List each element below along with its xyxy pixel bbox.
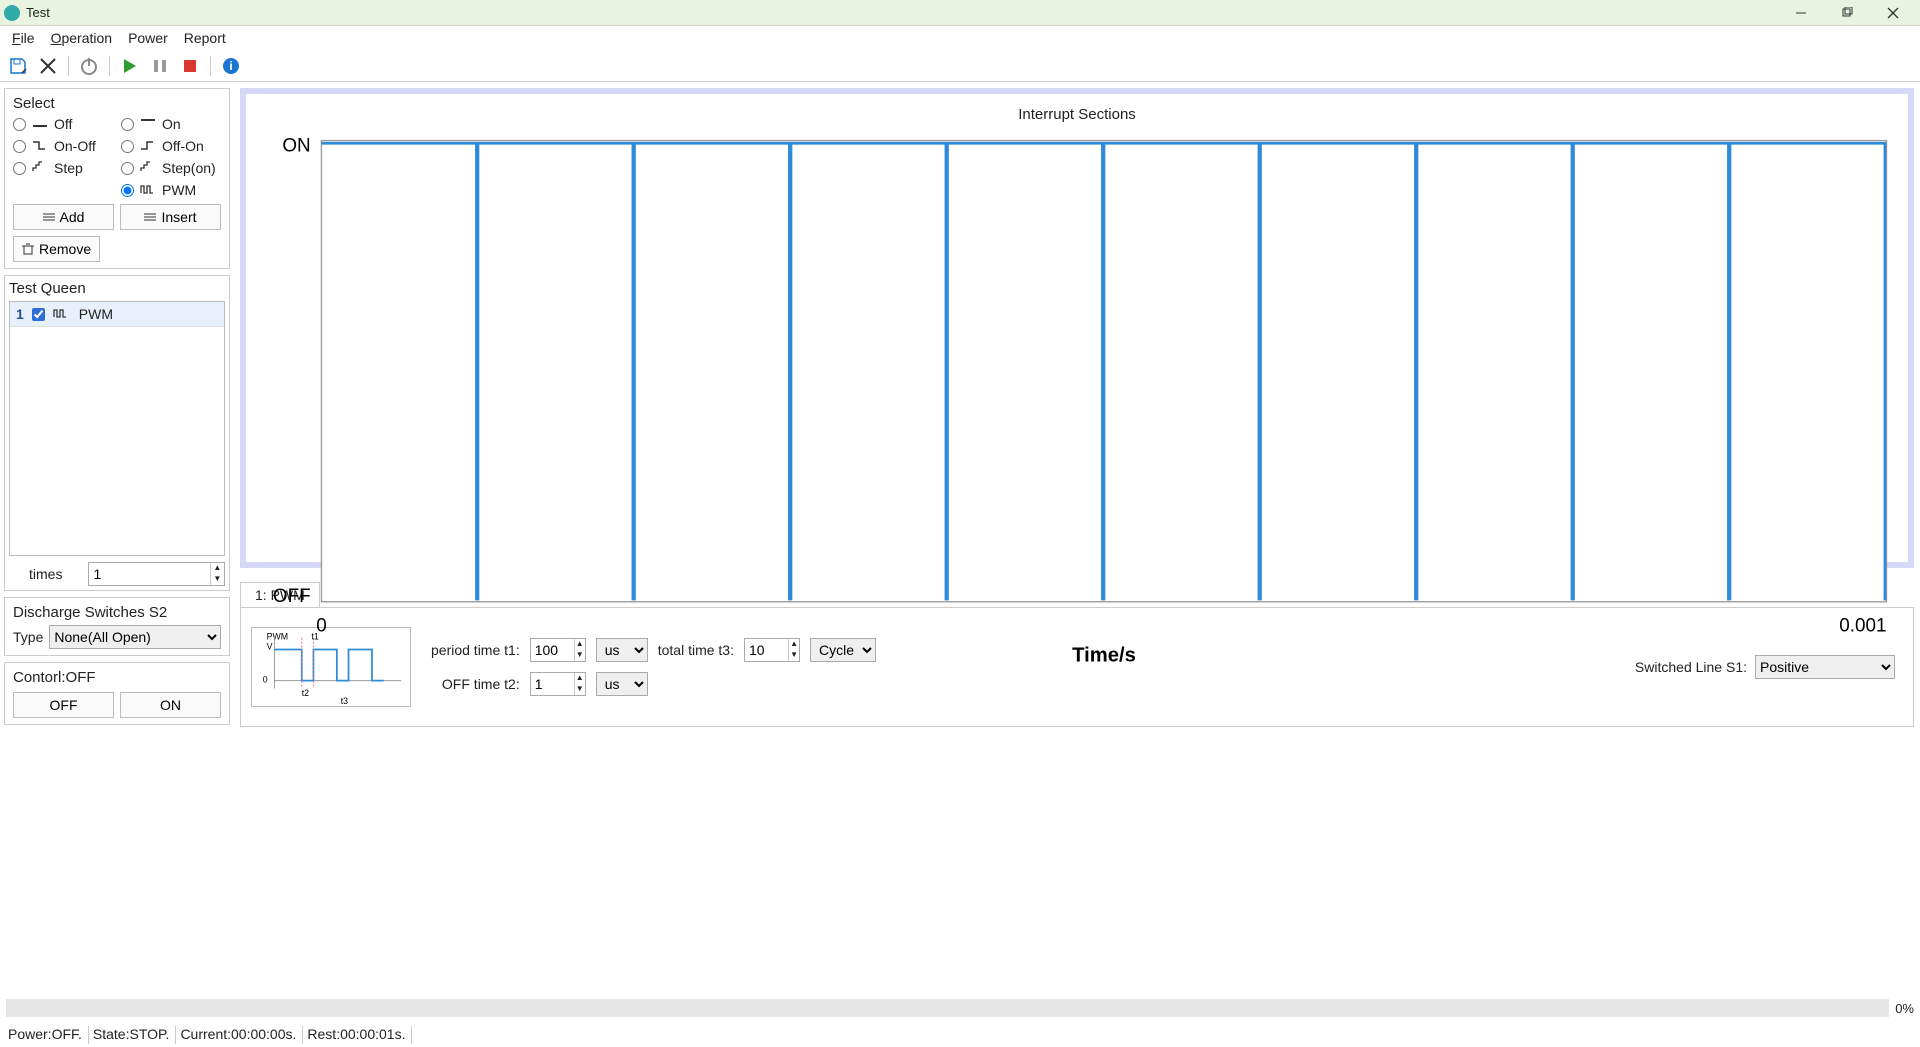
discharge-type-label: Type xyxy=(13,629,43,645)
status-rest: Rest:00:00:01s. xyxy=(307,1026,412,1044)
status-power: Power:OFF. xyxy=(8,1026,89,1044)
queue-item-icon xyxy=(53,306,71,322)
discharge-title: Discharge Switches S2 xyxy=(13,604,221,621)
pause-icon[interactable] xyxy=(148,54,172,78)
radio-stepon[interactable]: Step(on) xyxy=(121,160,221,176)
queue-title: Test Queen xyxy=(9,280,225,297)
toolbar: i xyxy=(0,50,1920,82)
insert-icon xyxy=(144,212,156,222)
chart-container: Interrupt Sections ONOFF00.001Time/s xyxy=(240,88,1914,568)
chart-title: Interrupt Sections xyxy=(254,102,1900,127)
menu-file[interactable]: File xyxy=(4,28,43,48)
spin-up[interactable]: ▲ xyxy=(211,563,224,574)
svg-text:0: 0 xyxy=(316,616,327,637)
menu-operation[interactable]: Operation xyxy=(43,28,120,48)
minimize-button[interactable] xyxy=(1778,0,1824,26)
progress-pct: 0% xyxy=(1895,1001,1914,1016)
control-on-button[interactable]: ON xyxy=(120,692,221,718)
app-icon xyxy=(4,5,20,21)
toolbar-separator xyxy=(68,56,69,76)
queue-item[interactable]: 1 PWM xyxy=(10,302,224,327)
select-title: Select xyxy=(13,95,221,112)
play-icon[interactable] xyxy=(118,54,142,78)
radio-off[interactable]: Off xyxy=(13,116,113,132)
radio-onoff[interactable]: On-Off xyxy=(13,138,113,154)
menu-report[interactable]: Report xyxy=(176,28,234,48)
toolbar-separator xyxy=(109,56,110,76)
svg-text:Time/s: Time/s xyxy=(1072,644,1136,666)
remove-button[interactable]: Remove xyxy=(13,236,100,262)
times-input[interactable]: ▲▼ xyxy=(88,562,225,586)
select-panel: Select Off On On-Off Off-On Step Step(on… xyxy=(4,88,230,269)
menu-power[interactable]: Power xyxy=(120,28,176,48)
queue-panel: Test Queen 1 PWM times ▲▼ xyxy=(4,275,230,591)
radio-pwm[interactable]: PWM xyxy=(121,182,221,198)
svg-text:t3: t3 xyxy=(341,696,348,706)
control-panel: Contorl:OFF OFF ON xyxy=(4,662,230,725)
trash-icon xyxy=(22,243,34,255)
progress-bar xyxy=(6,999,1889,1017)
statusbar: Power:OFF. State:STOP. Current:00:00:00s… xyxy=(0,1023,1920,1047)
radio-on[interactable]: On xyxy=(121,116,221,132)
titlebar: Test xyxy=(0,0,1920,26)
status-current: Current:00:00:00s. xyxy=(180,1026,303,1044)
radio-offon[interactable]: Off-On xyxy=(121,138,221,154)
maximize-button[interactable] xyxy=(1824,0,1870,26)
control-title: Contorl:OFF xyxy=(13,669,221,686)
progress-row: 0% xyxy=(6,999,1914,1017)
discharge-type-select[interactable]: None(All Open) xyxy=(49,625,221,649)
window-controls xyxy=(1778,0,1916,26)
add-icon xyxy=(43,212,55,222)
queue-item-index: 1 xyxy=(16,306,24,322)
control-off-button[interactable]: OFF xyxy=(13,692,114,718)
window-title: Test xyxy=(26,5,50,20)
right-panel: Interrupt Sections ONOFF00.001Time/s 1: … xyxy=(234,82,1920,993)
menubar: File Operation Power Report xyxy=(0,26,1920,50)
toolbar-separator xyxy=(210,56,211,76)
svg-text:t2: t2 xyxy=(302,688,309,698)
power-icon[interactable] xyxy=(77,54,101,78)
svg-text:ON: ON xyxy=(282,135,310,156)
cancel-icon[interactable] xyxy=(36,54,60,78)
svg-text:i: i xyxy=(229,59,232,73)
radio-step[interactable]: Step xyxy=(13,160,113,176)
insert-button[interactable]: Insert xyxy=(120,204,221,230)
times-label: times xyxy=(9,566,82,582)
close-button[interactable] xyxy=(1870,0,1916,26)
stop-icon[interactable] xyxy=(178,54,202,78)
info-icon[interactable]: i xyxy=(219,54,243,78)
spin-down[interactable]: ▼ xyxy=(211,574,224,585)
queue-item-checkbox[interactable] xyxy=(32,308,45,321)
queue-item-label: PWM xyxy=(79,306,113,322)
queue-list[interactable]: 1 PWM xyxy=(9,301,225,556)
add-button[interactable]: Add xyxy=(13,204,114,230)
svg-text:0.001: 0.001 xyxy=(1839,616,1886,637)
status-state: State:STOP. xyxy=(93,1026,177,1044)
save-icon[interactable] xyxy=(6,54,30,78)
left-panel: Select Off On On-Off Off-On Step Step(on… xyxy=(0,82,234,993)
discharge-panel: Discharge Switches S2 Type None(All Open… xyxy=(4,597,230,656)
svg-text:OFF: OFF xyxy=(273,586,311,607)
chart-body[interactable]: ON OFF0 0.001 Time/s xyxy=(254,127,1900,683)
